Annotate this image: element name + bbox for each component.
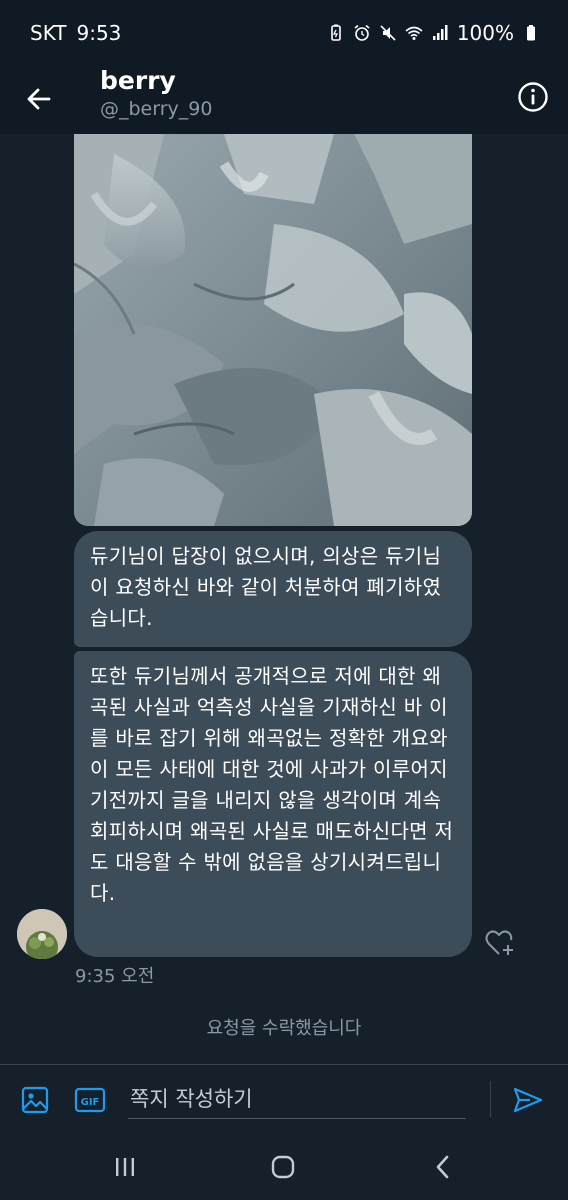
message-timestamp: 9:35 오전 xyxy=(75,966,155,987)
message-bubble[interactable]: 듀기님이 답장이 없으시며, 의상은 듀기님이 요청하신 바와 같이 처분하여 … xyxy=(74,531,472,647)
send-icon[interactable] xyxy=(512,1085,544,1115)
status-bar: SKT 9:53 100% xyxy=(0,0,568,66)
gif-icon[interactable]: GIF xyxy=(74,1085,106,1115)
signal-icon xyxy=(431,23,449,43)
image-icon[interactable] xyxy=(20,1085,50,1115)
info-icon[interactable] xyxy=(516,80,550,114)
wifi-icon xyxy=(405,23,423,43)
system-nav-bar xyxy=(0,1134,568,1200)
home-icon[interactable] xyxy=(270,1154,296,1180)
system-notice: 요청을 수락했습니다 xyxy=(206,1018,362,1039)
carrier-label: SKT xyxy=(30,21,67,45)
battery-icon xyxy=(522,23,540,43)
contact-name: berry xyxy=(100,66,176,95)
avatar[interactable] xyxy=(17,909,67,959)
message-input[interactable] xyxy=(128,1079,466,1119)
header-titles[interactable]: berry @_berry_90 xyxy=(100,66,212,122)
battery-saver-icon xyxy=(327,23,345,43)
message-photo[interactable] xyxy=(74,134,472,526)
back-arrow-icon[interactable] xyxy=(24,84,54,114)
message-bubble[interactable]: 또한 듀기님께서 공개적으로 저에 대한 왜곡된 사실과 억측성 사실을 기재하… xyxy=(74,651,472,957)
conversation-header: berry @_berry_90 xyxy=(0,66,568,134)
composer-divider xyxy=(490,1081,491,1117)
alarm-icon xyxy=(353,23,371,43)
contact-handle: @_berry_90 xyxy=(100,98,213,120)
status-right: 100% xyxy=(327,21,540,45)
clock: 9:53 xyxy=(76,21,122,45)
battery-percent: 100% xyxy=(456,21,514,45)
mute-icon xyxy=(379,23,397,43)
recent-apps-icon[interactable] xyxy=(112,1154,138,1180)
status-left: SKT 9:53 xyxy=(30,21,121,45)
nav-back-icon[interactable] xyxy=(430,1154,456,1180)
heart-plus-icon[interactable] xyxy=(484,928,516,958)
message-composer: GIF xyxy=(0,1064,568,1134)
gif-label: GIF xyxy=(81,1097,100,1108)
